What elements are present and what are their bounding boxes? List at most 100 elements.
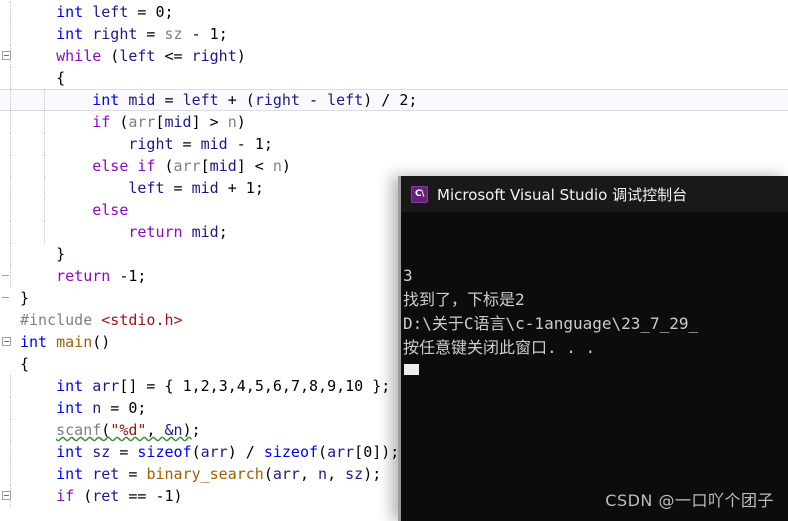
code-token: = — [155, 91, 183, 109]
code-token: ; — [263, 135, 273, 153]
code-token: = — [110, 443, 138, 461]
code-token: return — [128, 223, 183, 241]
code-token: right — [128, 135, 174, 153]
indent-guide — [10, 133, 12, 155]
code-token: left — [128, 179, 165, 197]
code-token: 1 — [182, 377, 192, 395]
code-token: { — [20, 69, 66, 87]
code-token: int — [56, 377, 84, 395]
code-token: else — [92, 157, 129, 175]
code-token: ( — [101, 421, 111, 439]
code-token: <= — [155, 47, 192, 65]
code-token: ); — [363, 465, 382, 483]
code-token: = — [119, 465, 147, 483]
code-line[interactable]: if (arr[mid] > n) — [0, 111, 788, 133]
code-token: , — [318, 377, 328, 395]
code-token: n — [272, 157, 282, 175]
code-token: ] > — [191, 113, 228, 131]
collapse-outline-icon[interactable] — [2, 491, 11, 500]
debug-console-window[interactable]: C\ Microsoft Visual Studio 调试控制台 3 找到了，下标… — [398, 176, 788, 521]
code-token: left — [119, 47, 156, 65]
code-token: &n — [164, 421, 183, 439]
code-token: [ — [155, 113, 165, 131]
indent-guide — [10, 155, 12, 177]
code-token: , — [327, 465, 346, 483]
code-token: mid — [200, 135, 228, 153]
code-line[interactable]: int left = 0; — [0, 1, 788, 23]
console-output-lines: 3 找到了，下标是2 D:\关于C语言\c-1anguage\23_7_29_ 按任意… — [403, 264, 788, 360]
code-token: = — [137, 25, 165, 43]
code-token: int — [56, 3, 84, 21]
code-token: <stdio.h> — [101, 311, 183, 329]
code-token: ( — [101, 47, 120, 65]
indent-guide — [44, 133, 46, 155]
code-token: n — [227, 113, 237, 131]
collapse-outline-icon[interactable] — [2, 337, 11, 346]
code-token: ) / — [227, 443, 264, 461]
code-token: , — [299, 377, 309, 395]
code-token: left — [92, 3, 129, 21]
code-token: 8 — [309, 377, 319, 395]
code-token: right — [92, 25, 138, 43]
indent-guide — [10, 67, 12, 89]
console-output-line: D:\关于C语言\c-1anguage\23_7_29_ — [403, 314, 699, 333]
code-line[interactable]: int mid = left + (right - left) / 2; — [0, 89, 788, 111]
code-token: right — [254, 91, 300, 109]
code-token: , — [227, 377, 237, 395]
code-token: arr — [327, 443, 355, 461]
code-token: ret — [92, 487, 120, 505]
code-line[interactable]: right = mid - 1; — [0, 133, 788, 155]
code-token: 6 — [272, 377, 282, 395]
code-line[interactable]: while (left <= right) — [0, 45, 788, 67]
code-token: , — [299, 465, 319, 483]
code-token: - — [110, 267, 129, 285]
console-output-area[interactable]: 3 找到了，下标是2 D:\关于C语言\c-1anguage\23_7_29_ 按任意… — [401, 212, 788, 521]
console-title-bar[interactable]: C\ Microsoft Visual Studio 调试控制台 — [401, 176, 788, 212]
code-token: ) / — [363, 91, 400, 109]
console-output-line: 3 — [403, 266, 413, 285]
collapse-outline-icon[interactable] — [2, 51, 11, 60]
code-token: int — [20, 333, 48, 351]
code-line[interactable]: else if (arr[mid] < n) — [0, 155, 788, 177]
indent-guide — [44, 155, 46, 177]
indent-guide — [10, 89, 12, 111]
code-token: if — [92, 113, 111, 131]
code-token: , — [209, 377, 219, 395]
indent-guide — [10, 243, 12, 265]
code-token: ( — [74, 487, 93, 505]
code-token: int — [56, 465, 84, 483]
code-token: mid — [128, 91, 156, 109]
code-token: 2 — [399, 91, 409, 109]
code-token: , — [146, 421, 165, 439]
indent-guide — [10, 419, 12, 441]
code-token: ; — [191, 421, 201, 439]
code-token: + — [218, 179, 246, 197]
code-token: , — [336, 377, 346, 395]
outline-dash-icon — [2, 297, 9, 298]
code-token: n — [92, 399, 102, 417]
code-token: main — [56, 333, 93, 351]
code-token: 1 — [209, 25, 219, 43]
code-token: 10 — [345, 377, 364, 395]
code-line[interactable]: int right = sz - 1; — [0, 23, 788, 45]
console-output-line: 找到了，下标是2 — [403, 290, 525, 309]
code-token: ( — [263, 465, 273, 483]
code-token: 1 — [128, 267, 138, 285]
code-token: , — [191, 377, 201, 395]
code-token: ) — [173, 487, 183, 505]
code-line[interactable]: { — [0, 67, 788, 89]
